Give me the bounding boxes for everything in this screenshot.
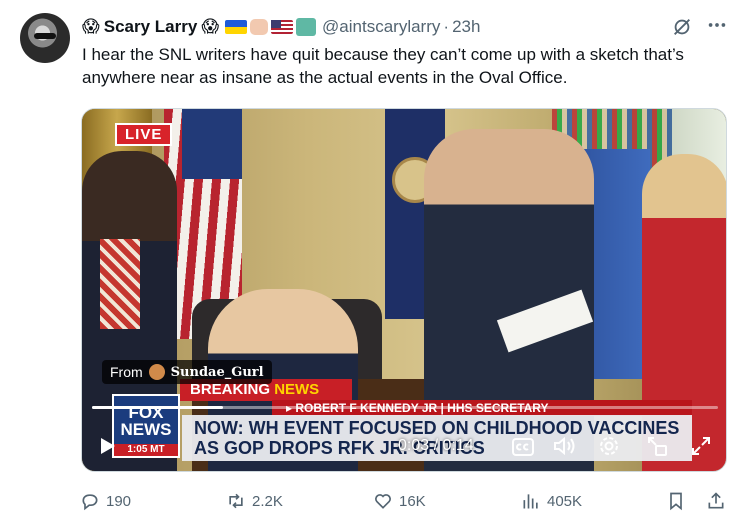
current-time: 0:03 [398,437,430,454]
live-badge: LIVE [115,123,173,146]
us-flag-icon [271,20,294,34]
share-button[interactable] [706,486,726,516]
settings-icon[interactable] [598,435,620,457]
from-label: From [110,364,143,380]
repost-button[interactable]: 2.2K [226,486,283,516]
video-progress-bar[interactable] [92,406,718,409]
source-attribution[interactable]: From Sundae_Gurl [102,360,272,384]
like-icon [375,494,391,509]
tweet-header: 😱 Scary Larry 😱 @aintscarylarry · 23h [82,14,480,40]
views-icon [523,494,538,509]
video-player[interactable]: LIVE BREAKING NEWS ▸ ROBERT F KENNEDY JR… [81,108,727,472]
bookmark-icon [670,492,682,511]
author-handle[interactable]: @aintscarylarry [322,17,440,37]
scream-emoji: 😱 [201,16,220,37]
pip-icon[interactable] [646,435,668,457]
time-separator: / [429,437,443,454]
like-count: 16K [399,492,426,510]
video-progress-fill [92,406,224,409]
ukraine-flag-icon [225,20,248,34]
bookmark-button[interactable] [666,486,686,516]
tweet-text: I hear the SNL writers have quit because… [82,45,684,87]
tweet-timestamp[interactable]: 23h [452,17,480,37]
views-count: 405K [547,492,583,510]
reply-button[interactable]: 190 [80,486,131,516]
flag-canton [182,109,242,179]
fullscreen-icon[interactable] [690,435,712,457]
views-button[interactable]: 405K [521,486,582,516]
share-icon [708,492,724,509]
cc-icon[interactable] [512,437,534,457]
tweet-actions: 190 2.2K 16K 405K [80,486,740,516]
statue-of-liberty-icon [296,18,317,36]
more-icon[interactable] [706,14,728,36]
volume-icon[interactable] [552,435,576,457]
scarf [100,239,140,329]
grok-icon[interactable] [671,16,693,38]
scream-emoji: 😱 [82,16,100,37]
video-controls: 0:03 / 0:14 [82,429,726,465]
news-label: NEWS [274,381,320,398]
play-icon[interactable] [100,437,116,455]
name-emoji-group [225,18,317,36]
reply-icon [82,494,98,511]
fist-icon [250,19,269,35]
duration: 0:14 [442,437,474,454]
author-name[interactable]: Scary Larry [104,17,198,37]
reply-count: 190 [106,492,132,510]
like-button[interactable]: 16K [373,486,426,516]
separator-dot: · [443,17,450,36]
repost-icon [229,493,243,509]
video-timecode: 0:03 / 0:14 [398,437,474,455]
source-username[interactable]: Sundae_Gurl [171,365,264,380]
avatar[interactable] [20,13,70,63]
source-avatar [148,364,165,380]
repost-count: 2.2K [252,492,283,510]
